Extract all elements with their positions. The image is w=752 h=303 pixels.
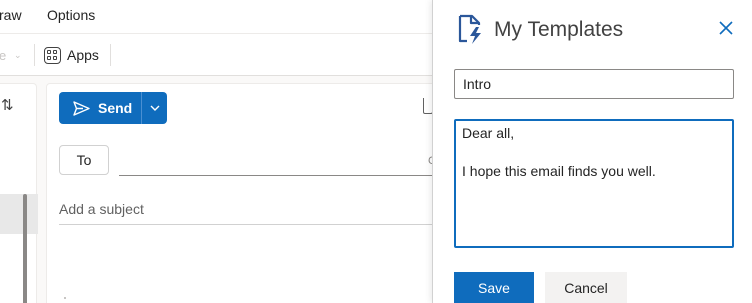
cancel-button[interactable]: Cancel bbox=[545, 272, 627, 303]
subject-underline bbox=[59, 224, 467, 225]
apps-button[interactable]: Apps bbox=[44, 43, 99, 67]
pane-title: My Templates bbox=[494, 18, 624, 41]
to-button[interactable]: To bbox=[59, 145, 109, 175]
chevron-down-icon[interactable]: ⌄ bbox=[14, 50, 22, 61]
scrollbar[interactable] bbox=[23, 194, 27, 303]
send-split-button: Send bbox=[59, 92, 167, 124]
ribbon-divider bbox=[110, 44, 111, 66]
send-label: Send bbox=[98, 100, 133, 116]
selected-message-row[interactable] bbox=[0, 194, 38, 234]
apps-icon bbox=[44, 46, 61, 64]
menu-options[interactable]: Options bbox=[47, 7, 95, 23]
document-lightning-icon bbox=[458, 14, 481, 44]
ribbon-divider bbox=[34, 44, 35, 66]
body-cursor bbox=[64, 297, 66, 299]
template-name-input[interactable] bbox=[454, 69, 734, 99]
apps-label: Apps bbox=[67, 47, 99, 63]
subject-input[interactable]: Add a subject bbox=[59, 201, 144, 217]
my-templates-pane: My Templates Dear all, I hope this email… bbox=[432, 0, 752, 303]
compose-pane: Send To C Add a subject bbox=[46, 83, 467, 303]
menu-draw[interactable]: raw bbox=[0, 7, 22, 23]
ribbon-item-truncated[interactable]: e bbox=[0, 48, 6, 63]
template-body-textarea[interactable]: Dear all, I hope this email finds you we… bbox=[454, 119, 734, 248]
message-list-pane: ⇅ bbox=[0, 83, 38, 303]
send-button[interactable]: Send bbox=[59, 92, 141, 124]
send-icon bbox=[73, 100, 90, 116]
send-options-button[interactable] bbox=[142, 92, 167, 124]
save-button[interactable]: Save bbox=[454, 272, 534, 303]
chevron-down-icon bbox=[150, 105, 159, 111]
to-field[interactable] bbox=[119, 175, 467, 176]
sort-arrows-icon[interactable]: ⇅ bbox=[1, 96, 14, 114]
close-icon[interactable] bbox=[717, 19, 735, 37]
